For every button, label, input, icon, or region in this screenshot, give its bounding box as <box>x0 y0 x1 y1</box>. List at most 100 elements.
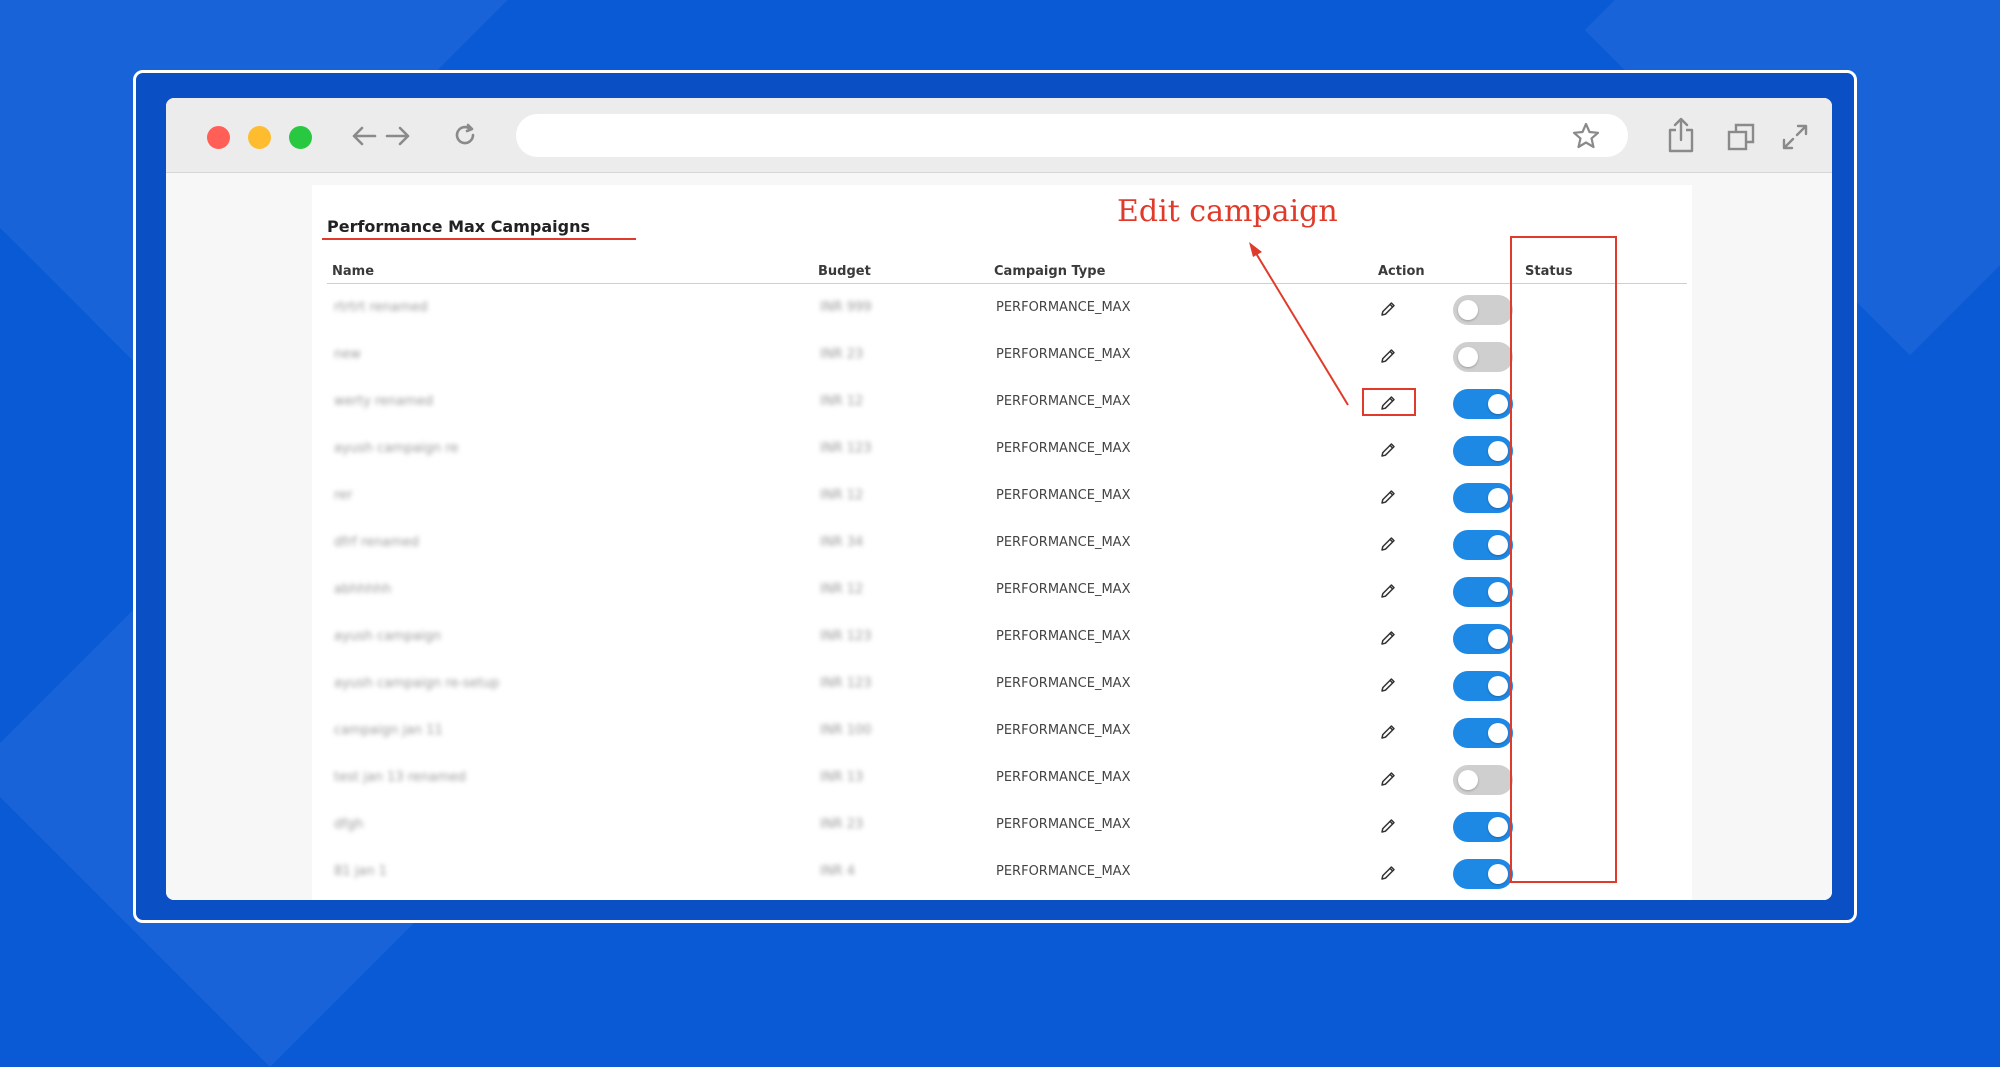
campaign-name[interactable]: campaign jan 11 <box>334 723 443 738</box>
campaign-name[interactable]: ayush campaign re-setup <box>334 676 499 691</box>
toggle-knob <box>1488 629 1508 649</box>
pencil-icon <box>1381 866 1395 880</box>
campaign-name[interactable]: dfgh <box>334 817 363 832</box>
pencil-icon <box>1381 584 1395 598</box>
status-toggle[interactable] <box>1453 530 1513 560</box>
table-row: new INR 23 PERFORMANCE_MAX <box>312 333 1692 380</box>
edit-campaign-button[interactable] <box>1375 766 1401 792</box>
status-toggle[interactable] <box>1453 624 1513 654</box>
status-toggle[interactable] <box>1453 812 1513 842</box>
back-arrow-icon[interactable] <box>350 122 378 150</box>
forward-arrow-icon[interactable] <box>384 122 412 150</box>
pencil-icon <box>1381 819 1395 833</box>
toggle-knob <box>1488 582 1508 602</box>
edit-campaign-button[interactable] <box>1375 672 1401 698</box>
campaign-name[interactable]: ayush campaign <box>334 629 441 644</box>
tabs-icon[interactable] <box>1724 120 1758 154</box>
table-row: dfrf renamed INR 34 PERFORMANCE_MAX <box>312 521 1692 568</box>
campaign-budget: INR 123 <box>820 629 872 644</box>
campaign-budget: INR 999 <box>820 300 872 315</box>
edit-campaign-button[interactable] <box>1375 860 1401 886</box>
table-row: abhhhhh INR 12 PERFORMANCE_MAX <box>312 568 1692 615</box>
pencil-icon <box>1381 772 1395 786</box>
column-header-budget[interactable]: Budget <box>818 264 871 279</box>
toggle-knob <box>1458 347 1478 367</box>
campaign-name[interactable]: werty renamed <box>334 394 433 409</box>
campaign-budget: INR 100 <box>820 723 872 738</box>
browser-toolbar <box>166 98 1832 173</box>
campaign-budget: INR 12 <box>820 394 864 409</box>
campaign-budget: INR 12 <box>820 488 864 503</box>
status-toggle[interactable] <box>1453 436 1513 466</box>
campaign-name[interactable]: rtrtrt renamed <box>334 300 428 315</box>
toggle-knob <box>1488 394 1508 414</box>
table-row: ayush campaign re INR 123 PERFORMANCE_MAX <box>312 427 1692 474</box>
edit-campaign-button[interactable] <box>1375 813 1401 839</box>
fullscreen-icon[interactable] <box>1778 120 1812 154</box>
campaign-name[interactable]: 81 jan 1 <box>334 864 387 879</box>
edit-campaign-button[interactable] <box>1375 437 1401 463</box>
edit-campaign-annotation: Edit campaign <box>1117 194 1338 229</box>
status-toggle[interactable] <box>1453 765 1513 795</box>
address-bar[interactable] <box>516 114 1628 157</box>
table-row: rer INR 12 PERFORMANCE_MAX <box>312 474 1692 521</box>
page-title: Performance Max Campaigns <box>327 217 590 236</box>
column-header-campaign-type[interactable]: Campaign Type <box>994 264 1105 279</box>
status-toggle[interactable] <box>1453 483 1513 513</box>
table-row: ayush campaign re-setup INR 123 PERFORMANC… <box>312 662 1692 709</box>
edit-campaign-button[interactable] <box>1375 343 1401 369</box>
campaign-type: PERFORMANCE_MAX <box>996 394 1131 409</box>
campaign-budget: INR 12 <box>820 582 864 597</box>
campaign-name[interactable]: abhhhhh <box>334 582 391 597</box>
edit-campaign-button[interactable] <box>1375 719 1401 745</box>
campaign-type: PERFORMANCE_MAX <box>996 300 1131 315</box>
title-underline <box>322 238 636 240</box>
column-header-action: Action <box>1378 264 1425 279</box>
edit-campaign-button[interactable] <box>1375 578 1401 604</box>
campaign-budget: INR 23 <box>820 817 864 832</box>
pencil-icon <box>1381 678 1395 692</box>
campaign-budget: INR 34 <box>820 535 864 550</box>
status-toggle[interactable] <box>1453 389 1513 419</box>
table-row: test jan 13 renamed INR 13 PERFORMANCE_MAX <box>312 756 1692 803</box>
campaign-budget: INR 123 <box>820 441 872 456</box>
status-toggle[interactable] <box>1453 671 1513 701</box>
campaign-type: PERFORMANCE_MAX <box>996 864 1131 879</box>
table-row: campaign jan 11 INR 100 PERFORMANCE_MAX <box>312 709 1692 756</box>
table-row: 81 jan 1 INR 4 PERFORMANCE_MAX <box>312 850 1692 897</box>
reload-icon[interactable] <box>450 120 480 150</box>
edit-campaign-button[interactable] <box>1375 531 1401 557</box>
campaign-name[interactable]: test jan 13 renamed <box>334 770 466 785</box>
status-toggle[interactable] <box>1453 718 1513 748</box>
campaign-name[interactable]: ayush campaign re <box>334 441 458 456</box>
edit-campaign-button[interactable] <box>1375 296 1401 322</box>
campaign-type: PERFORMANCE_MAX <box>996 817 1131 832</box>
campaign-type: PERFORMANCE_MAX <box>996 676 1131 691</box>
pencil-icon <box>1381 302 1395 316</box>
table-row: dfgh INR 23 PERFORMANCE_MAX <box>312 803 1692 850</box>
toggle-knob <box>1488 817 1508 837</box>
toggle-knob <box>1458 300 1478 320</box>
campaign-name[interactable]: new <box>334 347 361 362</box>
status-toggle[interactable] <box>1453 859 1513 889</box>
campaign-type: PERFORMANCE_MAX <box>996 488 1131 503</box>
status-toggle[interactable] <box>1453 342 1513 372</box>
campaign-budget: INR 23 <box>820 347 864 362</box>
status-toggle[interactable] <box>1453 577 1513 607</box>
edit-campaign-button[interactable] <box>1375 484 1401 510</box>
toggle-knob <box>1488 441 1508 461</box>
share-icon[interactable] <box>1664 115 1698 155</box>
column-header-name[interactable]: Name <box>332 264 374 279</box>
campaign-type: PERFORMANCE_MAX <box>996 535 1131 550</box>
star-icon[interactable] <box>1571 121 1601 151</box>
edit-campaign-button[interactable] <box>1375 625 1401 651</box>
status-toggle[interactable] <box>1453 295 1513 325</box>
table-row: werty renamed INR 12 PERFORMANCE_MAX <box>312 380 1692 427</box>
minimize-window-button[interactable] <box>248 126 271 149</box>
maximize-window-button[interactable] <box>289 126 312 149</box>
campaign-name[interactable]: dfrf renamed <box>334 535 419 550</box>
toggle-knob <box>1488 864 1508 884</box>
close-window-button[interactable] <box>207 126 230 149</box>
campaign-type: PERFORMANCE_MAX <box>996 441 1131 456</box>
campaign-name[interactable]: rer <box>334 488 352 503</box>
